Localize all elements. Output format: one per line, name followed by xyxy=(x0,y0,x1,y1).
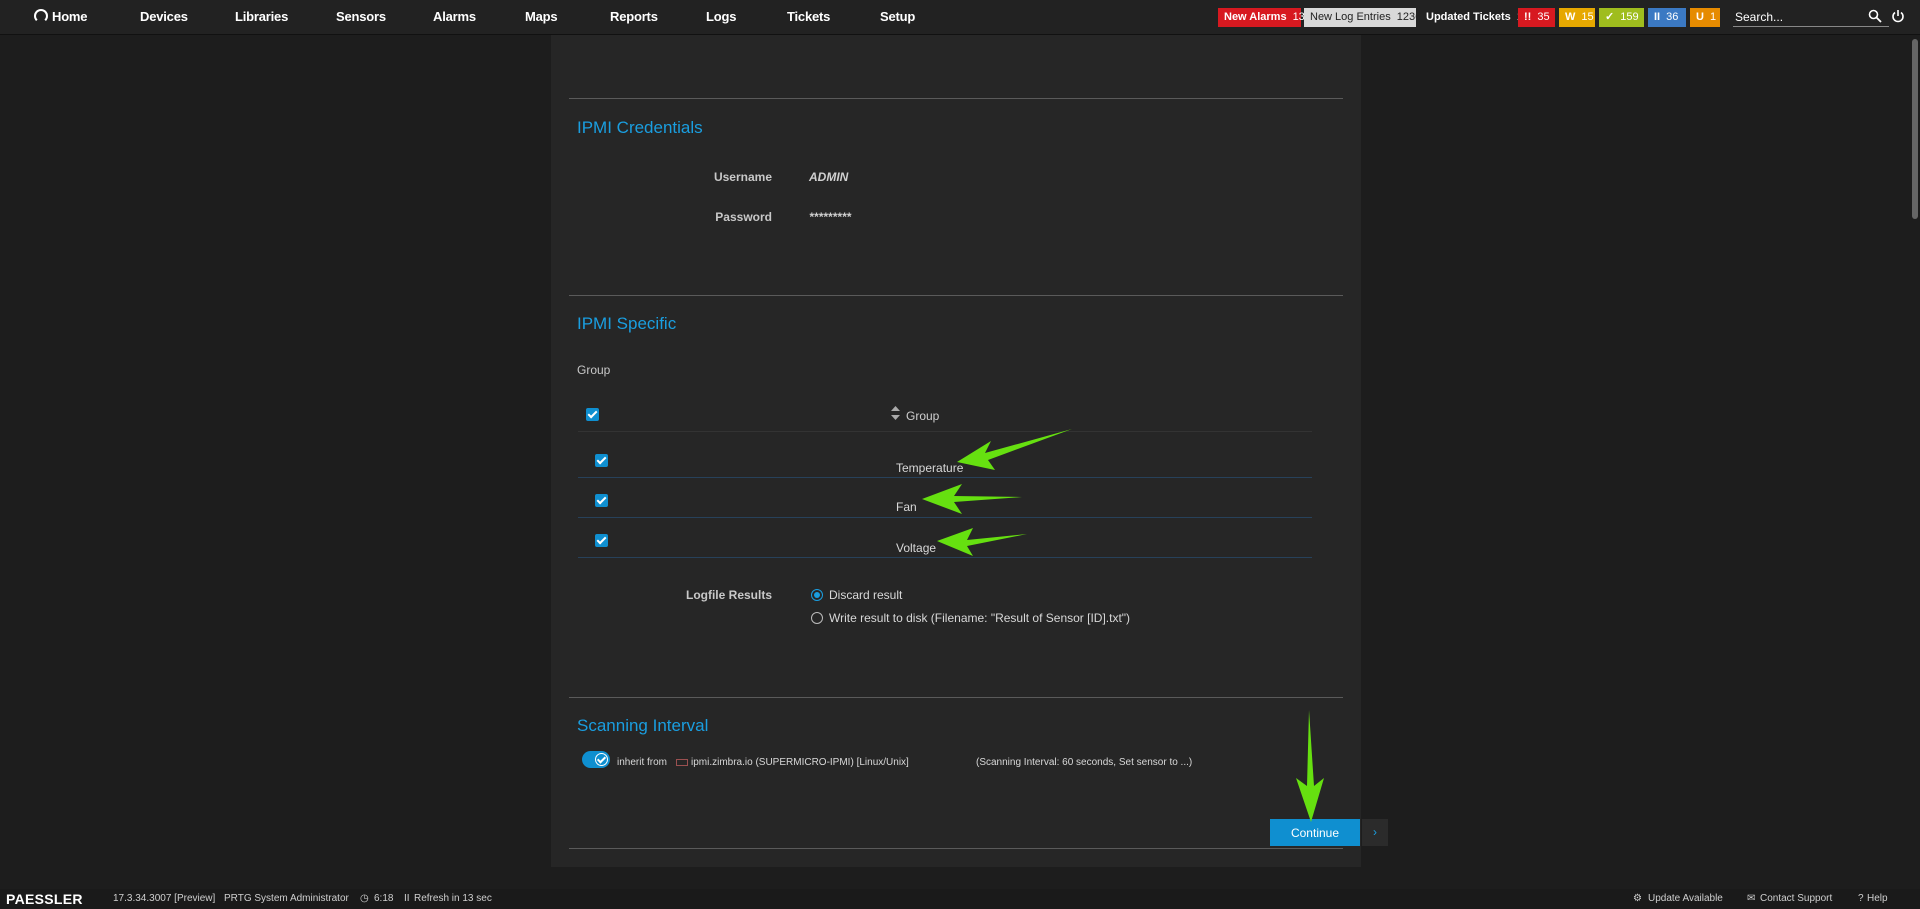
row-checkbox-voltage[interactable] xyxy=(595,534,608,547)
section-divider xyxy=(569,848,1343,849)
continue-button[interactable]: Continue xyxy=(1270,819,1360,846)
wrench-icon: ⚙ xyxy=(1633,893,1642,904)
chevron-right-icon[interactable]: › xyxy=(1362,819,1388,846)
group-label: Group xyxy=(577,363,611,377)
discard-result-radio[interactable] xyxy=(811,589,823,601)
nav-devices[interactable]: Devices xyxy=(140,0,188,34)
scanning-interval-title: Scanning Interval xyxy=(577,716,709,735)
new-log-entries-label: New Log Entries xyxy=(1310,11,1391,23)
nav-home-label: Home xyxy=(52,9,88,24)
new-alarms-badge[interactable]: New Alarms 13 xyxy=(1218,8,1305,27)
table-row-voltage: Voltage xyxy=(896,541,937,555)
search-input[interactable] xyxy=(1733,8,1889,27)
row-checkbox-fan[interactable] xyxy=(595,494,608,507)
home-icon xyxy=(34,9,48,23)
table-header-divider xyxy=(578,431,1312,432)
password-value: ********* xyxy=(809,210,852,224)
nav-sensors[interactable]: Sensors xyxy=(336,0,386,34)
power-icon[interactable] xyxy=(1891,9,1905,23)
updated-tickets-label: Updated Tickets xyxy=(1426,11,1511,23)
warning-icon: W xyxy=(1565,11,1576,23)
ipmi-specific-title: IPMI Specific xyxy=(577,314,677,333)
down-count: 35 xyxy=(1537,11,1550,23)
time-text: 6:18 xyxy=(374,893,394,904)
table-row-temperature: Temperature xyxy=(896,461,964,475)
refresh-text[interactable]: Refresh in 13 sec xyxy=(414,893,492,904)
pause-icon: II xyxy=(1654,11,1661,23)
warning-count: 15 xyxy=(1581,11,1594,23)
nav-logs[interactable]: Logs xyxy=(706,0,736,34)
scrollbar-thumb[interactable] xyxy=(1912,39,1918,219)
logfile-results-label: Logfile Results xyxy=(685,588,772,602)
check-icon: ✓ xyxy=(1605,11,1615,23)
inherit-toggle[interactable] xyxy=(582,751,610,768)
inherit-prefix: inherit from xyxy=(617,757,668,768)
new-alarms-label: New Alarms xyxy=(1224,11,1287,23)
status-footer: PAESSLER 17.3.34.3007 [Preview] PRTG Sys… xyxy=(0,889,1920,909)
unusual-count: 1 xyxy=(1709,11,1717,23)
username-label: Username xyxy=(713,170,772,184)
nav-reports[interactable]: Reports xyxy=(610,0,658,34)
contact-support-link[interactable]: Contact Support xyxy=(1760,893,1832,904)
table-row-fan: Fan xyxy=(896,500,917,514)
up-count: 159 xyxy=(1620,11,1639,23)
update-available-link[interactable]: Update Available xyxy=(1648,893,1723,904)
help-icon: ? xyxy=(1858,893,1864,904)
select-all-checkbox[interactable] xyxy=(586,408,599,421)
nav-maps[interactable]: Maps xyxy=(525,0,558,34)
password-label: Password xyxy=(715,210,772,224)
group-column-header[interactable]: Group xyxy=(906,409,939,423)
section-divider xyxy=(569,697,1343,698)
envelope-icon: ✉ xyxy=(1747,893,1756,904)
help-link[interactable]: Help xyxy=(1867,893,1888,904)
status-warning-badge[interactable]: W 15 xyxy=(1559,8,1595,27)
new-alarms-count: 13 xyxy=(1292,11,1305,23)
user-link[interactable]: PRTG System Administrator xyxy=(224,893,349,904)
inherit-detail: (Scanning Interval: 60 seconds, Set sens… xyxy=(976,757,1193,768)
row-divider xyxy=(578,557,1312,558)
write-to-disk-radio[interactable] xyxy=(811,612,823,624)
ipmi-credentials-title: IPMI Credentials xyxy=(577,118,703,137)
nav-libraries[interactable]: Libraries xyxy=(235,0,288,34)
row-divider xyxy=(578,517,1312,518)
version-text: 17.3.34.3007 [Preview] xyxy=(113,893,216,904)
status-down-badge[interactable]: !! 35 xyxy=(1518,8,1555,27)
top-navigation-bar: Home Devices Libraries Sensors Alarms Ma… xyxy=(0,0,1920,35)
new-log-entries-badge[interactable]: New Log Entries 1236 xyxy=(1304,8,1421,27)
discard-result-label[interactable]: Discard result xyxy=(829,588,902,602)
device-icon xyxy=(676,759,688,766)
new-log-entries-count: 1236 xyxy=(1396,11,1422,23)
unusual-icon: U xyxy=(1696,11,1704,23)
status-paused-badge[interactable]: II 36 xyxy=(1648,8,1686,27)
status-unusual-badge[interactable]: U1 xyxy=(1690,8,1720,27)
check-icon xyxy=(595,753,608,766)
down-icon: !! xyxy=(1524,11,1532,23)
section-divider xyxy=(569,98,1343,99)
search-icon[interactable] xyxy=(1868,9,1882,23)
nav-tickets[interactable]: Tickets xyxy=(787,0,830,34)
updated-tickets-badge[interactable]: Updated Tickets1 xyxy=(1420,8,1523,27)
clock-icon: ◷ xyxy=(360,893,369,904)
section-divider xyxy=(569,295,1343,296)
sort-icon[interactable] xyxy=(891,406,900,420)
inherit-source-link[interactable]: ipmi.zimbra.io (SUPERMICRO-IPMI) [Linux/… xyxy=(691,757,909,768)
paessler-logo: PAESSLER xyxy=(6,891,83,907)
settings-panel xyxy=(551,35,1361,867)
nav-alarms[interactable]: Alarms xyxy=(433,0,476,34)
write-to-disk-label[interactable]: Write result to disk (Filename: "Result … xyxy=(829,611,1130,625)
nav-setup[interactable]: Setup xyxy=(880,0,915,34)
row-divider xyxy=(578,477,1312,478)
row-checkbox-temperature[interactable] xyxy=(595,454,608,467)
status-up-badge[interactable]: ✓ 159 xyxy=(1599,8,1644,27)
nav-home[interactable]: Home xyxy=(34,0,88,34)
username-value: ADMIN xyxy=(809,170,849,184)
page-scrollbar[interactable] xyxy=(1910,35,1920,890)
paused-count: 36 xyxy=(1666,11,1679,23)
pause-refresh-icon[interactable]: II xyxy=(404,893,410,904)
